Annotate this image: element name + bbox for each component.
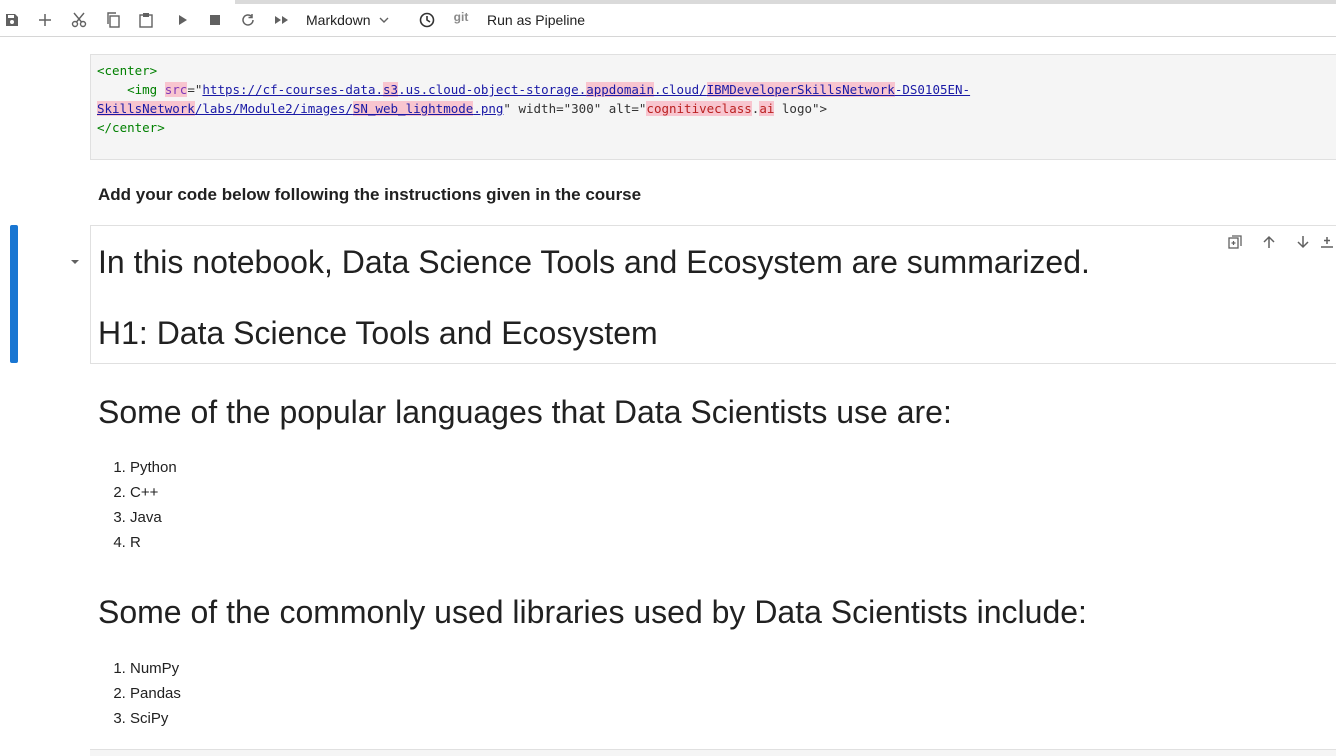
collapse-heading-button[interactable] — [68, 254, 82, 268]
code-url-part[interactable]: https://cf-courses-data. — [202, 82, 383, 97]
refresh-icon — [242, 14, 254, 26]
list-item: Python — [130, 455, 177, 480]
duplicate-cell-button[interactable] — [1218, 231, 1252, 253]
run-button[interactable] — [173, 7, 191, 33]
copy-icon — [107, 12, 120, 28]
code-alt-part: cognitiveclass — [646, 101, 752, 116]
arrow-down-icon — [1297, 236, 1309, 249]
run-pipeline-label: Run as Pipeline — [487, 12, 586, 28]
save-button[interactable] — [3, 7, 21, 33]
chevron-down-icon — [379, 17, 389, 23]
notebook-toolbar: Markdown git Run as Pipeline — [0, 4, 1336, 37]
copy-button[interactable] — [104, 7, 122, 33]
libraries-heading: Some of the commonly used libraries used… — [98, 594, 1087, 630]
git-label: git — [453, 10, 469, 24]
h1-title-heading: H1: Data Science Tools and Ecosystem — [98, 315, 658, 351]
languages-heading: Some of the popular languages that Data … — [98, 394, 952, 430]
insert-cell-button[interactable] — [1320, 231, 1336, 253]
code-alt-end: logo"> — [774, 101, 828, 116]
active-cell-indicator[interactable] — [10, 225, 18, 363]
code-url-part[interactable]: /labs/Module2/images/ — [195, 101, 353, 116]
list-item: C++ — [130, 480, 177, 505]
plus-icon — [39, 14, 51, 26]
list-item: Pandas — [130, 681, 181, 706]
stop-icon — [210, 15, 220, 25]
history-button[interactable] — [418, 7, 436, 33]
paste-icon — [139, 13, 153, 28]
code-url-part[interactable]: appdomain — [586, 82, 654, 97]
git-button[interactable]: git — [450, 4, 472, 30]
libraries-list: NumPy Pandas SciPy — [98, 656, 181, 731]
move-up-button[interactable] — [1252, 231, 1286, 253]
code-tag-center-open: <center> — [97, 63, 158, 78]
code-url-part[interactable]: .cloud/ — [654, 82, 707, 97]
code-eq: =" — [187, 82, 203, 97]
code-url-part[interactable]: s3 — [383, 82, 399, 97]
code-content: <center> <img src="https://cf-courses-da… — [97, 61, 970, 137]
insert-below-icon — [1321, 237, 1333, 248]
code-tag-center-close: </center> — [97, 120, 165, 135]
fast-forward-icon — [275, 16, 288, 24]
duplicate-icon — [1228, 235, 1242, 249]
run-all-button[interactable] — [273, 7, 291, 33]
cut-button[interactable] — [70, 7, 88, 33]
code-tag-img: <img — [127, 82, 165, 97]
code-url-part[interactable]: .us.cloud-object-storage. — [398, 82, 586, 97]
code-url-part[interactable]: SN_web_lightmode — [352, 101, 474, 116]
run-pipeline-button[interactable]: Run as Pipeline — [487, 7, 597, 33]
scissors-icon — [71, 12, 87, 28]
add-cell-button[interactable] — [36, 7, 54, 33]
code-attrs: " width="300" alt=" — [503, 101, 647, 116]
list-item: Java — [130, 505, 177, 530]
cell-toolbar — [1218, 231, 1336, 253]
stop-button[interactable] — [206, 7, 224, 33]
caret-down-icon — [71, 260, 79, 264]
code-url-part[interactable]: .png — [473, 101, 503, 116]
instructions-text: Add your code below following the instru… — [98, 185, 642, 204]
code-url-part[interactable]: SkillsNetwork — [97, 101, 195, 116]
notebook-summary-heading: In this notebook, Data Science Tools and… — [98, 244, 1090, 280]
move-down-button[interactable] — [1286, 231, 1320, 253]
clock-icon — [419, 12, 435, 28]
cell-type-label: Markdown — [306, 12, 371, 28]
play-icon — [179, 15, 187, 25]
code-url-part[interactable]: -DS0105EN- — [895, 82, 970, 97]
list-item: R — [130, 530, 177, 555]
raw-html-cell[interactable]: <center> <img src="https://cf-courses-da… — [90, 54, 1336, 160]
save-icon — [6, 14, 18, 26]
paste-button[interactable] — [137, 7, 155, 33]
restart-button[interactable] — [239, 7, 257, 33]
code-url-part[interactable]: IBMDeveloperSkillsNetwork — [706, 82, 895, 97]
cell-type-dropdown[interactable]: Markdown — [306, 7, 402, 33]
arrow-up-icon — [1263, 235, 1275, 248]
list-item: NumPy — [130, 656, 181, 681]
languages-list: Python C++ Java R — [98, 455, 177, 555]
code-alt-part: ai — [759, 101, 775, 116]
list-item: SciPy — [130, 706, 181, 731]
code-attr-src: src — [164, 82, 188, 97]
